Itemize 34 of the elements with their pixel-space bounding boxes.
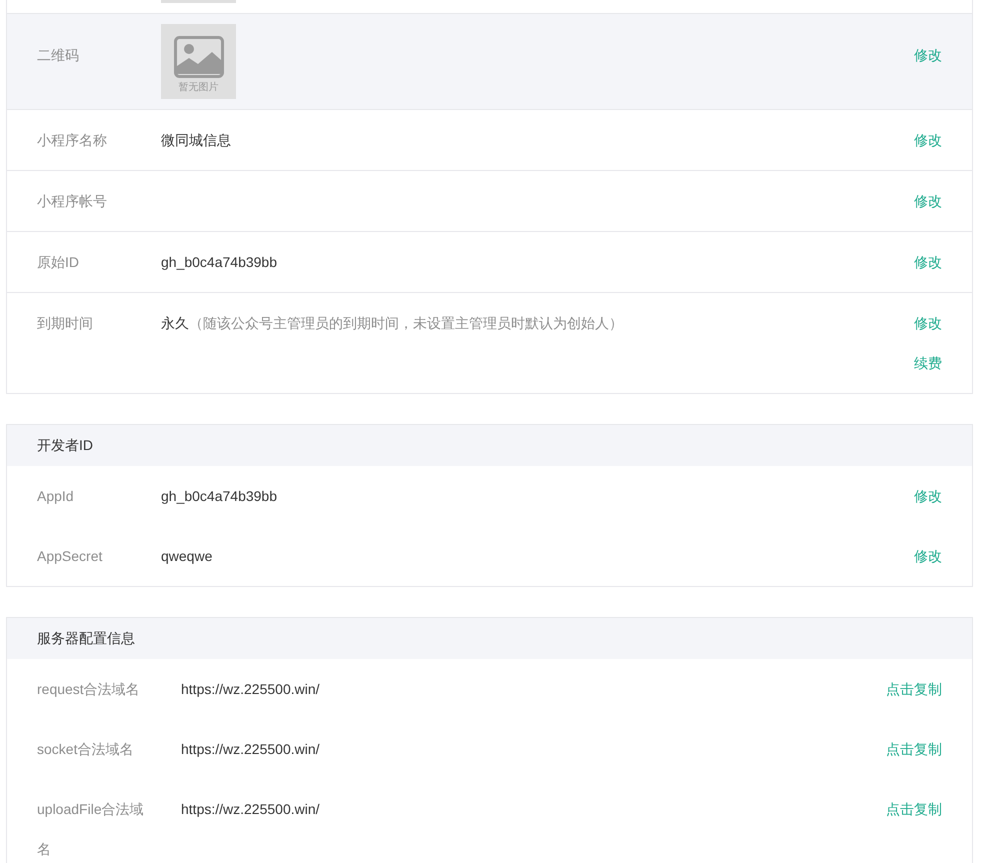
field-label: AppId (37, 487, 75, 506)
action-link[interactable]: 点击复制 (886, 789, 942, 829)
field-label: request合法域名 (37, 680, 141, 699)
field-value: https://wz.225500.win/ (181, 801, 320, 817)
action-link[interactable]: 修改 (914, 536, 942, 576)
action-link[interactable]: 修改 (914, 191, 942, 211)
field-label: 原始ID (37, 253, 80, 272)
field-label: AppSecret (37, 547, 104, 566)
field-note: （随该公众号主管理员的到期时间，未设置主管理员时默认为创始人） (189, 315, 623, 331)
field-value: 微同城信息 (161, 132, 231, 148)
section-header: 开发者ID (7, 425, 972, 466)
action-link[interactable]: 修改 (914, 476, 942, 516)
field-label: 小程序名称 (37, 131, 108, 150)
section-header: 服务器配置信息 (7, 618, 972, 659)
field-value: 永久 (161, 315, 189, 331)
field-value: gh_b0c4a74b39bb (161, 254, 278, 270)
field-label: 二维码 (37, 46, 80, 65)
field-value: qweqwe (161, 548, 212, 564)
field-label: 到期时间 (37, 314, 94, 333)
action-link[interactable]: 续费 (914, 353, 942, 373)
action-link[interactable]: 点击复制 (886, 669, 942, 709)
field-label: 小程序帐号 (37, 192, 108, 211)
action-link[interactable]: 修改 (914, 130, 942, 150)
field-value: https://wz.225500.win/ (181, 741, 320, 757)
action-link[interactable]: 修改 (914, 313, 942, 333)
action-link[interactable]: 修改 (914, 45, 942, 65)
action-link[interactable]: 点击复制 (886, 729, 942, 769)
field-value: gh_b0c4a74b39bb (161, 488, 278, 504)
action-link[interactable]: 修改 (914, 252, 942, 272)
placeholder-text: 暂无图片 (178, 81, 218, 95)
field-label: uploadFile合法域名 (37, 800, 145, 859)
field-label: socket合法域名 (37, 740, 134, 759)
field-value: https://wz.225500.win/ (181, 681, 320, 697)
image-icon (174, 36, 224, 78)
